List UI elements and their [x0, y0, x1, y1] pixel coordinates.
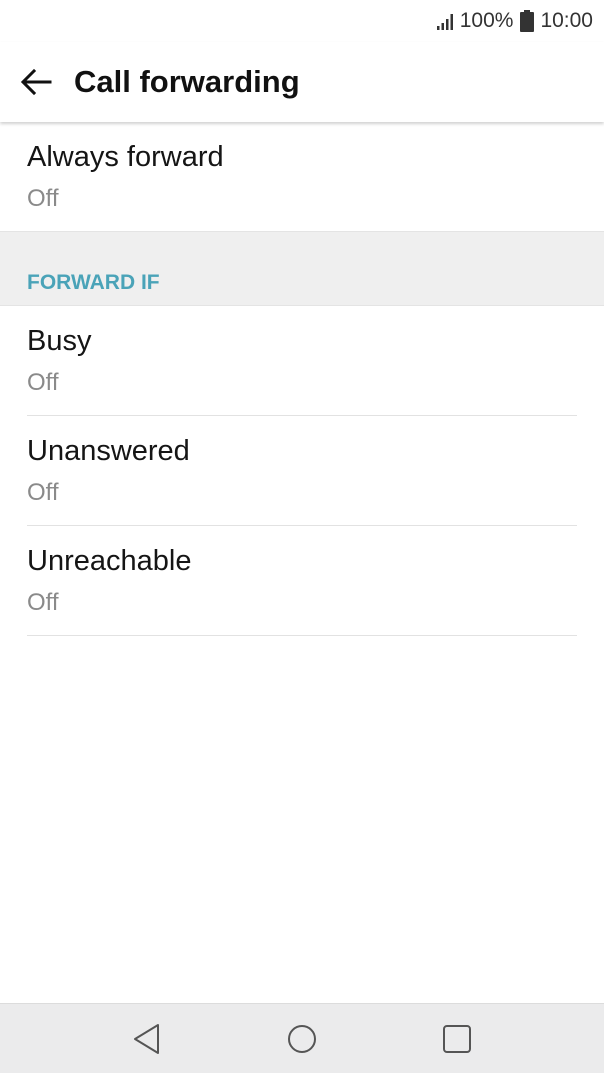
always-forward-item[interactable]: Always forward Off: [0, 122, 604, 231]
unreachable-title: Unreachable: [27, 545, 192, 577]
busy-title: Busy: [27, 325, 92, 357]
page-title: Call forwarding: [74, 64, 300, 99]
clock-time: 10:00: [540, 9, 593, 32]
nav-back-button[interactable]: [127, 1019, 167, 1059]
battery-percent: 100%: [459, 9, 514, 32]
back-button[interactable]: [14, 60, 58, 104]
status-icons: 100% 10:00: [436, 8, 593, 34]
battery-icon: [520, 10, 535, 32]
status-bar: 100% 10:00: [0, 0, 604, 42]
nav-recents-button[interactable]: [437, 1019, 477, 1059]
app-bar: Call forwarding: [0, 42, 604, 122]
signal-icon: [436, 11, 456, 31]
nav-back-icon: [134, 1024, 159, 1054]
section-header-label: FORWARD IF: [27, 271, 160, 294]
unanswered-summary: Off: [27, 479, 59, 506]
always-forward-title: Always forward: [27, 141, 224, 173]
unanswered-item[interactable]: Unanswered Off: [0, 416, 604, 526]
nav-home-icon: [288, 1025, 316, 1053]
navigation-bar: [0, 1003, 604, 1073]
forward-if-section-header: FORWARD IF: [0, 231, 604, 306]
settings-list: Always forward Off FORWARD IF Busy Off U…: [0, 122, 604, 636]
unreachable-summary: Off: [27, 589, 59, 616]
unreachable-item[interactable]: Unreachable Off: [0, 526, 604, 636]
nav-home-button[interactable]: [282, 1019, 322, 1059]
busy-item[interactable]: Busy Off: [0, 306, 604, 416]
always-forward-summary: Off: [27, 185, 59, 212]
nav-recents-icon: [443, 1025, 471, 1053]
arrow-left-icon: [20, 68, 52, 96]
busy-summary: Off: [27, 369, 59, 396]
unanswered-title: Unanswered: [27, 435, 190, 467]
divider: [27, 635, 577, 636]
